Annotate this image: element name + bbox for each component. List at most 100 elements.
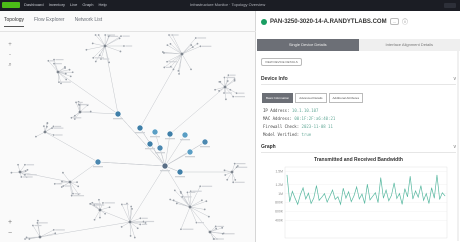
graph-leaf-node[interactable] <box>85 48 88 51</box>
graph-cluster-node[interactable] <box>43 130 47 134</box>
graph-leaf-node[interactable] <box>223 92 225 94</box>
graph-leaf-node[interactable] <box>24 173 26 176</box>
graph-leaf-node[interactable] <box>51 127 53 130</box>
graph-leaf-node[interactable] <box>73 114 76 117</box>
graph-leaf-node[interactable] <box>175 202 178 205</box>
graph-leaf-node[interactable] <box>131 207 133 210</box>
graph-leaf-node[interactable] <box>20 176 23 178</box>
info-icon[interactable]: ⓘ <box>402 17 408 26</box>
graph-leaf-node[interactable] <box>93 218 96 221</box>
device-more-button[interactable]: ... <box>389 18 399 25</box>
graph-hub-node[interactable] <box>176 168 184 176</box>
graph-leaf-node[interactable] <box>136 227 139 230</box>
graph-leaf-node[interactable] <box>102 201 104 204</box>
graph-leaf-node[interactable] <box>234 178 237 181</box>
graph-leaf-node[interactable] <box>194 37 197 39</box>
graph-leaf-node[interactable] <box>173 189 176 192</box>
graph-leaf-node[interactable] <box>77 185 80 188</box>
graph-leaf-node[interactable] <box>104 34 107 36</box>
graph-leaf-node[interactable] <box>214 88 217 91</box>
graph-leaf-node[interactable] <box>180 228 182 231</box>
graph-hub-node[interactable] <box>181 131 189 139</box>
graph-leaf-node[interactable] <box>233 78 236 81</box>
graph-leaf-node[interactable] <box>36 219 39 222</box>
graph-hub-node[interactable] <box>161 162 169 170</box>
subtab-basic-information[interactable]: Basic Information <box>262 93 294 103</box>
graph-cluster-node[interactable] <box>68 180 72 184</box>
graph-cluster-node[interactable] <box>18 170 22 174</box>
graph-leaf-node[interactable] <box>45 125 48 128</box>
graph-leaf-node[interactable] <box>199 45 202 48</box>
graph-leaf-node[interactable] <box>169 198 172 201</box>
graph-hub-node[interactable] <box>151 128 159 136</box>
view-device-details-button[interactable]: VIEW DEVICE DETAILS <box>261 58 302 66</box>
graph-leaf-node[interactable] <box>129 235 132 237</box>
graph-leaf-node[interactable] <box>180 192 182 194</box>
graph-leaf-node[interactable] <box>77 103 80 106</box>
graph-leaf-node[interactable] <box>186 191 189 194</box>
graph-leaf-node[interactable] <box>65 78 68 81</box>
graph-leaf-node[interactable] <box>61 180 63 183</box>
graph-leaf-node[interactable] <box>47 59 50 62</box>
graph-leaf-node[interactable] <box>53 62 55 65</box>
graph-cluster-node[interactable] <box>98 208 102 212</box>
bandwidth-chart[interactable]: 1.5M 1.2M 1M 800K 600K 400K <box>261 163 451 242</box>
graph-leaf-node[interactable] <box>46 122 49 124</box>
graph-leaf-node[interactable] <box>68 68 71 71</box>
graph-leaf-node[interactable] <box>163 66 166 69</box>
graph-section-header[interactable]: Graph v <box>261 143 456 151</box>
graph-leaf-node[interactable] <box>207 215 210 218</box>
graph-leaf-node[interactable] <box>205 200 208 203</box>
graph-leaf-node[interactable] <box>169 43 172 45</box>
tab-network-list[interactable]: Network List <box>75 17 103 27</box>
graph-leaf-node[interactable] <box>233 162 236 165</box>
graph-leaf-node[interactable] <box>226 178 229 181</box>
graph-leaf-node[interactable] <box>190 68 192 71</box>
details-scrollbar[interactable] <box>457 51 459 241</box>
graph-cluster-node[interactable] <box>128 220 132 224</box>
graph-leaf-node[interactable] <box>97 34 100 36</box>
graph-leaf-node[interactable] <box>120 225 123 228</box>
graph-leaf-node[interactable] <box>144 222 147 224</box>
graph-leaf-node[interactable] <box>172 199 175 202</box>
graph-cluster-node[interactable] <box>188 205 192 209</box>
graph-cluster-node[interactable] <box>78 110 82 114</box>
graph-leaf-node[interactable] <box>178 72 180 75</box>
graph-leaf-node[interactable] <box>24 238 26 240</box>
graph-leaf-node[interactable] <box>195 221 198 224</box>
graph-cluster-node[interactable] <box>230 170 234 174</box>
graph-leaf-node[interactable] <box>64 67 66 69</box>
graph-leaf-node[interactable] <box>203 208 206 211</box>
graph-leaf-node[interactable] <box>142 220 145 223</box>
graph-leaf-node[interactable] <box>62 171 64 174</box>
graph-leaf-node[interactable] <box>10 171 13 174</box>
menu-item-graph[interactable]: Graph <box>82 2 93 8</box>
graph-cluster-node[interactable] <box>208 230 212 234</box>
graph-leaf-node[interactable] <box>120 35 122 38</box>
graph-cluster-node[interactable] <box>103 44 107 48</box>
menu-item-inventory[interactable]: Inventory <box>49 2 65 8</box>
graph-leaf-node[interactable] <box>17 163 19 166</box>
graph-leaf-node[interactable] <box>199 185 202 188</box>
graph-leaf-node[interactable] <box>226 80 229 82</box>
chevron-down-icon[interactable]: v <box>454 144 457 150</box>
graph-leaf-node[interactable] <box>166 60 168 63</box>
graph-leaf-node[interactable] <box>94 34 97 36</box>
graph-hub-node[interactable] <box>94 158 102 166</box>
tab-flow-explorer[interactable]: Flow Explorer <box>34 17 65 27</box>
graph-leaf-node[interactable] <box>224 174 227 176</box>
graph-leaf-node[interactable] <box>98 198 100 201</box>
graph-cluster-node[interactable] <box>223 85 227 89</box>
graph-leaf-node[interactable] <box>161 51 164 53</box>
graph-leaf-node[interactable] <box>99 216 101 219</box>
graph-hub-node[interactable] <box>156 144 164 152</box>
graph-leaf-node[interactable] <box>52 134 55 136</box>
subtab-additional-attributes[interactable]: Additional Attributes <box>328 93 364 103</box>
graph-leaf-node[interactable] <box>229 88 232 91</box>
tab-single-device-details[interactable]: Single Device Details <box>257 39 359 51</box>
topology-graph[interactable] <box>0 32 256 242</box>
graph-leaf-node[interactable] <box>28 238 31 240</box>
graph-leaf-node[interactable] <box>233 79 236 82</box>
graph-hub-node[interactable] <box>201 138 209 146</box>
menu-item-help[interactable]: Help <box>99 2 107 8</box>
